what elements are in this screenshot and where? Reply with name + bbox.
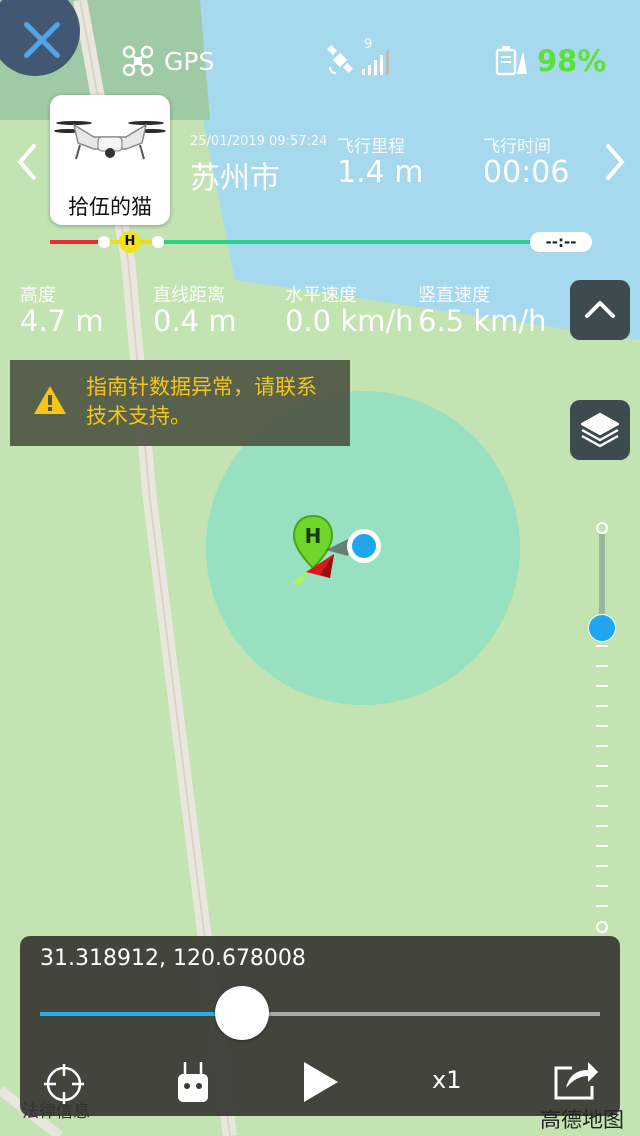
- playback-progress-track[interactable]: [40, 1012, 600, 1016]
- gps-label: GPS: [164, 46, 215, 76]
- time-value: 00:06: [483, 155, 570, 190]
- collapse-panel-button[interactable]: [570, 280, 630, 340]
- gps-status: GPS: [122, 38, 214, 84]
- chevron-up-icon: [585, 301, 615, 318]
- playback-progress-fill: [40, 1012, 242, 1016]
- coordinates-readout: 31.318912, 120.678008: [40, 946, 306, 971]
- previous-flight-button[interactable]: [12, 140, 42, 184]
- remote-controller-button[interactable]: [176, 1060, 210, 1104]
- time-label: 飞行时间: [483, 137, 551, 157]
- flight-city: 苏州市: [190, 161, 280, 196]
- altitude-slider-knob[interactable]: [588, 613, 616, 642]
- satellite-count: 9: [364, 37, 373, 52]
- map-provider-logo: 高德地图: [540, 1108, 624, 1132]
- battery-icon: [495, 46, 527, 76]
- drone-image: [54, 121, 166, 160]
- altitude-value: 4.7 m: [20, 304, 104, 338]
- distance-label: 飞行里程: [337, 137, 405, 157]
- timeline-current-dot: [152, 236, 164, 248]
- legal-info-link[interactable]: 法律信息: [22, 1097, 90, 1122]
- timeline-start-dot: [98, 236, 110, 248]
- playback-progress-knob[interactable]: [214, 986, 269, 1040]
- warning-text: 指南针数据异常，请联系技术支持。: [86, 375, 317, 428]
- drone-icon: [122, 45, 154, 77]
- warning-icon: [34, 386, 66, 414]
- playback-speed[interactable]: x1: [432, 1066, 461, 1094]
- play-button[interactable]: [300, 1060, 340, 1104]
- satellite-icon: [327, 45, 353, 74]
- flight-timeline[interactable]: H --:--: [50, 231, 594, 253]
- distance-value: 1.4 m: [337, 155, 424, 190]
- drone-card[interactable]: 拾伍的猫: [50, 95, 170, 225]
- battery-status: 98%: [495, 38, 606, 84]
- timeline-end-label: --:--: [530, 232, 592, 252]
- signal-bars-icon: [362, 51, 389, 75]
- next-flight-button[interactable]: [600, 140, 630, 184]
- layers-icon: [580, 412, 620, 448]
- drone-name: 拾伍的猫: [68, 195, 152, 219]
- compass-warning: 指南针数据异常，请联系技术支持。: [10, 360, 350, 446]
- battery-percent: 98%: [537, 44, 607, 78]
- share-button[interactable]: [552, 1058, 600, 1102]
- playback-panel: 31.318912, 120.678008 x1: [20, 936, 620, 1116]
- altitude-slider[interactable]: [588, 520, 616, 940]
- direct-distance-value: 0.4 m: [153, 304, 237, 338]
- current-location-icon: [326, 529, 381, 563]
- timeline-home-marker: H: [119, 231, 141, 253]
- horizontal-speed-value: 0.0 km/h: [285, 304, 414, 338]
- satellite-status: 9: [326, 37, 390, 84]
- map-layers-button[interactable]: [570, 400, 630, 460]
- vertical-speed-value: 6.5 km/h: [418, 304, 547, 338]
- close-icon: [24, 22, 60, 58]
- flight-datetime: 25/01/2019 09:57:24: [190, 134, 328, 149]
